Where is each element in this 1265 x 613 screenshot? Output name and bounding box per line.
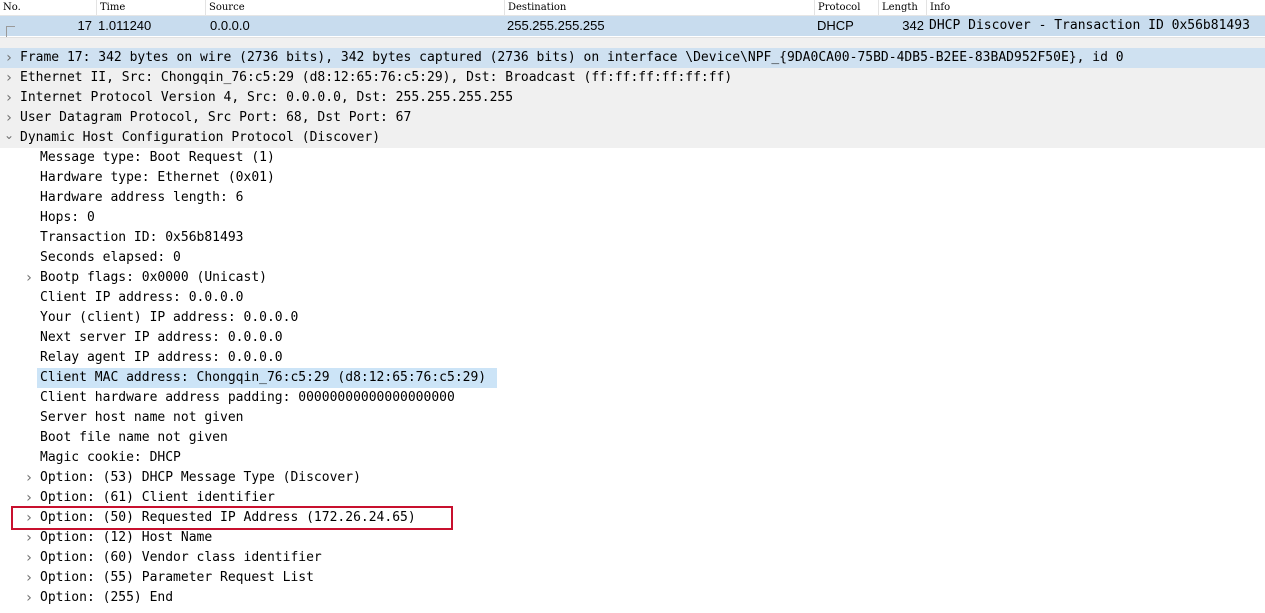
field-hardware-type[interactable]: Hardware type: Ethernet (0x01) xyxy=(0,168,1265,188)
packet-list: No. Time Source Destination Protocol Len… xyxy=(0,0,1265,45)
field-client-ip[interactable]: Client IP address: 0.0.0.0 xyxy=(0,288,1265,308)
tree-item-label: Next server IP address: 0.0.0.0 xyxy=(40,330,283,345)
tree-item-label: Option: (53) DHCP Message Type (Discover… xyxy=(40,470,361,485)
tree-item-label: Client hardware address padding: 0000000… xyxy=(40,390,455,405)
packet-length: 342 xyxy=(902,18,924,33)
field-your-ip[interactable]: Your (client) IP address: 0.0.0.0 xyxy=(0,308,1265,328)
tree-item-label: Magic cookie: DHCP xyxy=(40,450,181,465)
column-header-info[interactable]: Info xyxy=(927,0,1265,15)
tree-item-label: Client IP address: 0.0.0.0 xyxy=(40,290,244,305)
tree-item-label: Option: (12) Host Name xyxy=(40,530,213,545)
field-next-server-ip[interactable]: Next server IP address: 0.0.0.0 xyxy=(0,328,1265,348)
tree-item-label: Client MAC address: Chongqin_76:c5:29 (d… xyxy=(40,370,487,385)
field-boot-file-name[interactable]: Boot file name not given xyxy=(0,428,1265,448)
chevron-right-icon[interactable]: › xyxy=(23,568,35,588)
tree-item-label: Message type: Boot Request (1) xyxy=(40,150,275,165)
field-seconds-elapsed[interactable]: Seconds elapsed: 0 xyxy=(0,248,1265,268)
tree-item-label: Boot file name not given xyxy=(40,430,228,445)
related-packet-bracket-icon xyxy=(6,26,15,37)
tree-item-ip[interactable]: › Internet Protocol Version 4, Src: 0.0.0… xyxy=(0,88,1265,108)
column-header-no[interactable]: No. xyxy=(0,0,97,15)
column-header-length[interactable]: Length xyxy=(879,0,927,15)
packet-info: DHCP Discover - Transaction ID 0x56b8149… xyxy=(929,18,1250,33)
field-bootp-flags[interactable]: › Bootp flags: 0x0000 (Unicast) xyxy=(0,268,1265,288)
column-header-source[interactable]: Source xyxy=(206,0,505,15)
tree-item-label: Relay agent IP address: 0.0.0.0 xyxy=(40,350,283,365)
tree-item-label: Option: (60) Vendor class identifier xyxy=(40,550,322,565)
option-60-vendor-class[interactable]: › Option: (60) Vendor class identifier xyxy=(0,548,1265,568)
chevron-right-icon[interactable]: › xyxy=(23,588,35,608)
tree-item-udp[interactable]: › User Datagram Protocol, Src Port: 68, D… xyxy=(0,108,1265,128)
tree-item-label: Frame 17: 342 bytes on wire (2736 bits),… xyxy=(20,50,1124,65)
chevron-right-icon[interactable]: › xyxy=(23,548,35,568)
packet-row-selected[interactable]: 17 1.011240 0.0.0.0 255.255.255.255 DHCP… xyxy=(0,16,1265,36)
field-server-host-name[interactable]: Server host name not given xyxy=(0,408,1265,428)
column-header-destination[interactable]: Destination xyxy=(505,0,815,15)
chevron-right-icon[interactable]: › xyxy=(23,268,35,288)
column-header-time[interactable]: Time xyxy=(97,0,206,15)
tree-item-label: User Datagram Protocol, Src Port: 68, Ds… xyxy=(20,110,412,125)
chevron-down-icon[interactable]: ⌄ xyxy=(3,128,15,148)
field-transaction-id[interactable]: Transaction ID: 0x56b81493 xyxy=(0,228,1265,248)
tree-item-label: Bootp flags: 0x0000 (Unicast) xyxy=(40,270,267,285)
chevron-right-icon[interactable]: › xyxy=(3,68,15,88)
chevron-right-icon[interactable]: › xyxy=(23,528,35,548)
field-hardware-address-length[interactable]: Hardware address length: 6 xyxy=(0,188,1265,208)
packet-time: 1.011240 xyxy=(98,18,152,33)
packet-source: 0.0.0.0 xyxy=(210,18,250,33)
tree-item-label: Option: (55) Parameter Request List xyxy=(40,570,314,585)
option-255-end[interactable]: › Option: (255) End xyxy=(0,588,1265,608)
chevron-right-icon[interactable]: › xyxy=(23,468,35,488)
tree-item-label: Hardware type: Ethernet (0x01) xyxy=(40,170,275,185)
packet-list-header: No. Time Source Destination Protocol Len… xyxy=(0,0,1265,16)
chevron-right-icon[interactable]: › xyxy=(3,48,15,68)
column-header-protocol[interactable]: Protocol xyxy=(815,0,879,15)
packet-destination: 255.255.255.255 xyxy=(507,18,605,33)
tree-item-label: Dynamic Host Configuration Protocol (Dis… xyxy=(20,130,381,145)
highlight-box xyxy=(11,506,453,530)
packet-protocol: DHCP xyxy=(817,18,854,33)
tree-item-label: Option: (255) End xyxy=(40,590,174,605)
tree-item-label: Transaction ID: 0x56b81493 xyxy=(40,230,244,245)
tree-item-label: Hops: 0 xyxy=(40,210,95,225)
tree-item-label: Ethernet II, Src: Chongqin_76:c5:29 (d8:… xyxy=(20,70,733,85)
field-relay-agent-ip[interactable]: Relay agent IP address: 0.0.0.0 xyxy=(0,348,1265,368)
tree-item-label: Hardware address length: 6 xyxy=(40,190,244,205)
option-61-client-identifier[interactable]: › Option: (61) Client identifier xyxy=(0,488,1265,508)
field-client-hw-padding[interactable]: Client hardware address padding: 0000000… xyxy=(0,388,1265,408)
tree-item-dhcp[interactable]: ⌄ Dynamic Host Configuration Protocol (Di… xyxy=(0,128,1265,148)
tree-item-label: Your (client) IP address: 0.0.0.0 xyxy=(40,310,299,325)
tree-item-label: Server host name not given xyxy=(40,410,244,425)
chevron-right-icon[interactable]: › xyxy=(23,488,35,508)
tree-item-frame[interactable]: › Frame 17: 342 bytes on wire (2736 bits)… xyxy=(0,48,1265,68)
chevron-right-icon[interactable]: › xyxy=(3,108,15,128)
field-message-type[interactable]: Message type: Boot Request (1) xyxy=(0,148,1265,168)
option-53-message-type[interactable]: › Option: (53) DHCP Message Type (Discove… xyxy=(0,468,1265,488)
field-magic-cookie[interactable]: Magic cookie: DHCP xyxy=(0,448,1265,468)
tree-item-label: Internet Protocol Version 4, Src: 0.0.0.… xyxy=(20,90,514,105)
tree-item-label: Option: (61) Client identifier xyxy=(40,490,275,505)
chevron-right-icon[interactable]: › xyxy=(3,88,15,108)
field-hops[interactable]: Hops: 0 xyxy=(0,208,1265,228)
option-55-parameter-request-list[interactable]: › Option: (55) Parameter Request List xyxy=(0,568,1265,588)
option-12-host-name[interactable]: › Option: (12) Host Name xyxy=(0,528,1265,548)
tree-item-ethernet[interactable]: › Ethernet II, Src: Chongqin_76:c5:29 (d8… xyxy=(0,68,1265,88)
tree-item-label: Seconds elapsed: 0 xyxy=(40,250,181,265)
field-client-mac[interactable]: Client MAC address: Chongqin_76:c5:29 (d… xyxy=(0,368,1265,388)
